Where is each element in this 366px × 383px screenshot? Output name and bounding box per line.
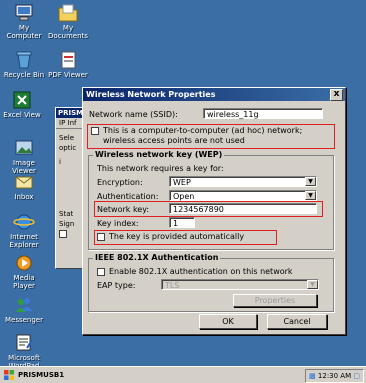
key-index-label: Key index: <box>97 219 139 228</box>
desktop-icon-pdf-viewer[interactable]: PDF Viewer <box>46 50 90 79</box>
network-key-input[interactable]: 1234567890 <box>169 203 317 214</box>
properties-button[interactable]: Properties <box>233 294 317 307</box>
ssid-input[interactable]: wireless_11g <box>203 108 323 119</box>
key-index-input[interactable]: 1 <box>169 217 195 228</box>
enable-8021x-label: Enable 802.1X authentication on this net… <box>109 267 293 276</box>
system-tray: ▩ 12:30 AM ▢ <box>305 369 364 383</box>
desktop-icon-recycle-bin[interactable]: Recycle Bin <box>2 50 46 79</box>
background-window-checkbox-box[interactable] <box>59 230 67 238</box>
desktop-icon-label: PDF Viewer <box>48 71 88 79</box>
adhoc-checkbox[interactable] <box>91 126 99 135</box>
enable-8021x-checkbox[interactable] <box>97 267 105 276</box>
encryption-value: WEP <box>173 178 191 187</box>
ok-button[interactable]: OK <box>199 314 257 329</box>
desktop-icon-my-documents[interactable]: My Documents <box>46 3 90 40</box>
desktop-icon-internet-explorer[interactable]: Internet Explorer <box>2 212 46 249</box>
wireless-network-properties-dialog: Wireless Network Properties x Network na… <box>82 87 346 335</box>
desktop-icon-messenger[interactable]: Messenger <box>2 295 46 324</box>
cancel-button[interactable]: Cancel <box>267 314 327 329</box>
network-icon[interactable]: ▩ <box>309 372 316 380</box>
desktop-icon-my-computer[interactable]: My Computer <box>2 3 46 40</box>
chevron-down-icon[interactable]: ▼ <box>305 191 316 200</box>
desktop-icon-image-viewer[interactable]: Image Viewer <box>2 138 46 175</box>
desktop-icon-inbox[interactable]: Inbox <box>2 172 46 201</box>
folder-icon <box>58 4 78 22</box>
computer-icon <box>15 4 33 21</box>
chevron-down-icon[interactable]: ▼ <box>307 280 318 289</box>
adhoc-label-line2: wireless access points are not used <box>103 136 245 145</box>
chevron-down-icon[interactable]: ▼ <box>305 177 316 186</box>
taskbar-item-prismusb[interactable]: PRISMUSB1 <box>18 369 64 381</box>
key-auto-checkbox[interactable] <box>97 232 105 241</box>
encryption-label: Encryption: <box>97 178 143 187</box>
media-player-icon <box>16 255 32 271</box>
pdf-viewer-icon <box>61 51 76 69</box>
desktop-icon-label: Messenger <box>4 316 43 324</box>
desktop-icon-label: Recycle Bin <box>3 71 45 79</box>
recycle-bin-icon <box>16 51 32 69</box>
desktop-icon-wordpad[interactable]: Microsoft WordPad <box>2 333 46 370</box>
adhoc-checkbox-row[interactable]: This is a computer-to-computer (ad hoc) … <box>91 126 302 135</box>
internet-explorer-icon <box>13 214 35 230</box>
adhoc-label-line1: This is a computer-to-computer (ad hoc) … <box>103 126 303 135</box>
tray-clock[interactable]: 12:30 AM <box>318 372 351 380</box>
excel-icon <box>13 91 31 109</box>
desktop-icon-label: Internet Explorer <box>9 233 39 249</box>
network-key-label: Network key: <box>97 205 150 214</box>
key-auto-checkbox-row[interactable]: The key is provided automatically <box>97 232 244 241</box>
desktop-icon-label: Inbox <box>14 193 34 201</box>
desktop-icon-excel-view[interactable]: Excel View <box>0 90 44 119</box>
wep-group-title: Wireless network key (WEP) <box>93 150 225 159</box>
requires-key-text: This network requires a key for: <box>97 164 224 173</box>
eap-type-label: EAP type: <box>97 281 136 290</box>
desktop: My Computer My Documents Recycle Bin PDF… <box>0 0 366 370</box>
dialog-title: Wireless Network Properties <box>86 90 216 99</box>
authentication-select[interactable]: Open ▼ <box>169 190 317 201</box>
authentication-label: Authentication: <box>97 192 159 201</box>
desktop-icon-label: Media Player <box>13 274 35 290</box>
eap-type-select[interactable]: TLS ▼ <box>161 279 319 290</box>
messenger-icon <box>16 298 32 312</box>
desktop-icon-label: Excel View <box>3 111 41 119</box>
taskbar: PRISMUSB1 ▩ 12:30 AM ▢ <box>0 366 366 383</box>
desktop-icon-label: My Computer <box>6 24 42 40</box>
key-auto-label: The key is provided automatically <box>109 232 245 241</box>
enable-8021x-checkbox-row[interactable]: Enable 802.1X authentication on this net… <box>97 267 293 276</box>
encryption-select[interactable]: WEP ▼ <box>169 176 317 187</box>
desktop-icon[interactable]: ▢ <box>353 372 360 380</box>
image-viewer-icon <box>15 140 33 155</box>
authentication-value: Open <box>173 192 195 201</box>
close-button[interactable]: x <box>330 89 343 101</box>
desktop-icon-media-player[interactable]: Media Player <box>2 253 46 290</box>
wordpad-icon <box>16 334 33 351</box>
ieee-group-title: IEEE 802.1X Authentication <box>93 253 221 262</box>
inbox-icon <box>15 176 33 189</box>
start-windows-icon[interactable] <box>3 369 15 381</box>
eap-type-value: TLS <box>165 281 180 290</box>
desktop-icon-label: My Documents <box>48 24 88 40</box>
ssid-label: Network name (SSID): <box>89 110 178 119</box>
dialog-titlebar[interactable]: Wireless Network Properties x <box>83 88 345 101</box>
